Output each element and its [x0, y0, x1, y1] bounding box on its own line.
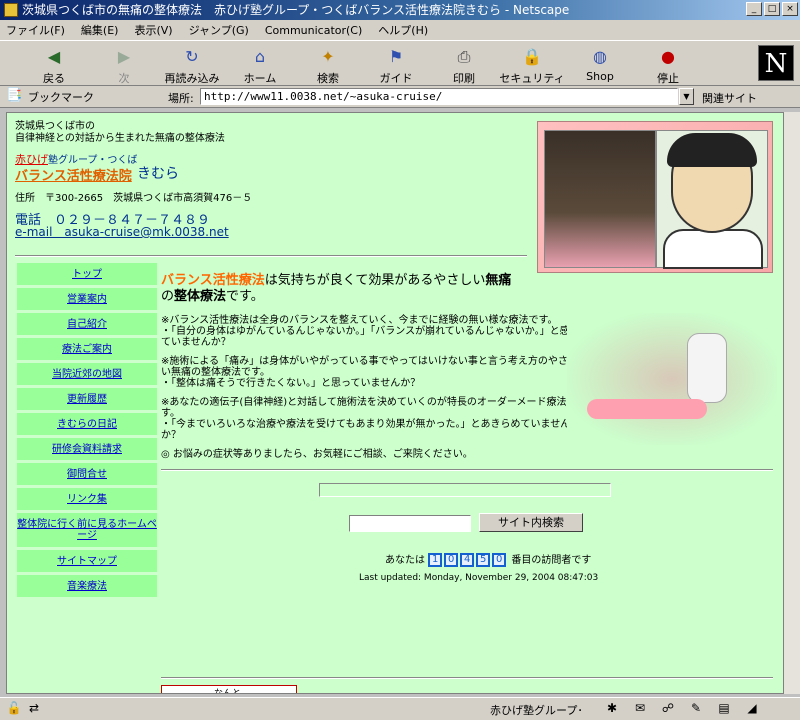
guide-button[interactable]: ⚑ ガイド: [360, 47, 432, 86]
print-button[interactable]: ⎙ 印刷: [428, 47, 500, 86]
status-bar: 🔓 ⇄ 赤ひげ塾グループ･ ✱ ✉ ☍ ✎ ▤ ◢: [0, 697, 800, 720]
menu-edit[interactable]: 編集(E): [81, 22, 119, 38]
divider: [15, 255, 527, 257]
shop-button[interactable]: ◍ Shop: [564, 47, 636, 83]
nav-contact[interactable]: 御問合せ: [17, 463, 157, 485]
nav-therapy[interactable]: 療法ご案内: [17, 338, 157, 360]
back-arrow-icon: ◀: [47, 47, 61, 66]
status-text: 赤ひげ塾グループ･: [490, 704, 583, 717]
related-sites-button[interactable]: 関連サイト: [702, 90, 757, 106]
maximize-button[interactable]: □: [764, 2, 780, 16]
visitor-counter: あなたは 10450 番目の訪問者です: [385, 553, 592, 567]
netscape-icon: [4, 3, 18, 17]
url-field[interactable]: http://www11.0038.net/~asuka-cruise/: [200, 88, 678, 105]
home-icon: ⌂: [254, 47, 266, 66]
lock-icon: 🔒: [522, 47, 542, 66]
bookmarks-button[interactable]: ブックマーク: [28, 89, 94, 105]
forward-arrow-icon: ▶: [117, 47, 131, 66]
address: 住所 〒300-2665 茨城県つくば市高須賀476－５: [15, 193, 253, 204]
minimize-button[interactable]: _: [746, 2, 762, 16]
window-title-bar: 茨城県つくば市の無痛の整体療法 赤ひげ塾グループ・つくばバランス活性療法院きむら…: [0, 0, 800, 20]
stop-button[interactable]: ● 停止: [632, 47, 704, 86]
sidebar-nav: トップ 営業案内 自己紹介 療法ご案内 当院近郊の地図 更新履歴 きむらの日記 …: [17, 263, 157, 600]
menu-communicator[interactable]: Communicator(C): [265, 24, 362, 37]
shop-icon: ◍: [593, 47, 607, 66]
connection-icon: ⇄: [28, 701, 40, 715]
email-link[interactable]: e-mail asuka-cruise@mk.0038.net: [15, 223, 229, 240]
mail-icon[interactable]: ✉: [632, 701, 648, 715]
site-search-input[interactable]: [349, 515, 471, 532]
photo-people: [544, 130, 656, 268]
site-search-button[interactable]: サイト内検索: [479, 513, 583, 532]
menu-go[interactable]: ジャンプ(G): [189, 22, 249, 38]
address-book-icon[interactable]: ▤: [716, 701, 732, 715]
location-toolbar: 📑 ブックマーク 場所: http://www11.0038.net/~asuk…: [0, 86, 800, 108]
divider: [161, 677, 773, 679]
last-updated: Last updated: Monday, November 29, 2004 …: [359, 573, 599, 583]
composer-icon[interactable]: ✎: [688, 701, 704, 715]
location-label: 場所:: [168, 92, 194, 105]
print-icon: ⎙: [457, 47, 471, 66]
nav-links[interactable]: リンク集: [17, 488, 157, 510]
forward-button[interactable]: ▶ 次: [88, 47, 160, 86]
security-button[interactable]: 🔒 セキュリティ: [496, 47, 568, 86]
empty-box: [319, 483, 611, 497]
intro-text: バランス活性療法は気持ちが良くて効果があるやさしい無痛 の整体療法です。: [161, 273, 512, 304]
divider: [161, 469, 773, 471]
resize-grip-icon[interactable]: ◢: [744, 701, 760, 715]
doctor-caricature: [656, 130, 768, 269]
nav-seminar[interactable]: 研修会資料請求: [17, 438, 157, 460]
nav-history[interactable]: 更新履歴: [17, 388, 157, 410]
reload-icon: ↻: [185, 47, 199, 66]
navigation-toolbar: ◀ 戻る ▶ 次 ↻ 再読み込み ⌂ ホーム ✦ 検索 ⚑ ガイド ⎙ 印刷 🔒 セキュリティ …: [0, 40, 800, 86]
feature-list: ※バランス活性療法は全身のバランスを整えていく、今までに経験の無い様な療法です。…: [161, 315, 580, 460]
menu-view[interactable]: 表示(V): [134, 22, 172, 38]
security-lock-icon: 🔓: [6, 701, 22, 715]
guide-icon: ⚑: [388, 47, 404, 66]
nav-music[interactable]: 音楽療法: [17, 575, 157, 597]
nav-profile[interactable]: 自己紹介: [17, 313, 157, 335]
search-button[interactable]: ✦ 検索: [292, 47, 364, 86]
window-title: 茨城県つくば市の無痛の整体療法 赤ひげ塾グループ・つくばバランス活性療法院きむら…: [22, 3, 570, 17]
vertical-scrollbar[interactable]: [784, 112, 800, 694]
consult-note: ◎ お悩みの症状等ありましたら、お気軽にご相談、ご来院ください。: [161, 449, 473, 460]
discussions-icon[interactable]: ☍: [660, 701, 676, 715]
treatment-photo: [567, 313, 777, 445]
bookmark-icon: 📑: [6, 88, 23, 103]
nav-diary[interactable]: きむらの日記: [17, 413, 157, 435]
clinic-name[interactable]: バランス活性療法院: [15, 165, 132, 184]
menu-help[interactable]: ヘルプ(H): [378, 22, 428, 38]
stop-icon: ●: [661, 47, 675, 66]
header-photo: [537, 121, 773, 273]
netscape-logo[interactable]: N: [758, 45, 794, 81]
nav-before-visit[interactable]: 整体院に行く前に見るホームページ: [17, 513, 157, 547]
bottom-banner[interactable]: なんと: [161, 685, 297, 693]
url-dropdown[interactable]: ▼: [679, 88, 694, 105]
home-button[interactable]: ⌂ ホーム: [224, 47, 296, 86]
clinic-suffix: きむら: [137, 166, 179, 182]
reload-button[interactable]: ↻ 再読み込み: [156, 47, 228, 86]
nav-business[interactable]: 営業案内: [17, 288, 157, 310]
search-icon: ✦: [321, 47, 335, 66]
nav-top[interactable]: トップ: [17, 263, 157, 285]
menu-file[interactable]: ファイル(F): [6, 22, 65, 38]
back-button[interactable]: ◀ 戻る: [18, 47, 90, 86]
header-text: 茨城県つくば市の 自律神経との対話から生まれた無痛の整体療法: [15, 121, 225, 144]
navigator-icon[interactable]: ✱: [604, 701, 620, 715]
menu-bar: ファイル(F) 編集(E) 表示(V) ジャンプ(G) Communicator…: [0, 20, 800, 40]
page-content: 茨城県つくば市の 自律神経との対話から生まれた無痛の整体療法 赤ひげ塾グループ・…: [6, 112, 784, 694]
nav-map[interactable]: 当院近郊の地図: [17, 363, 157, 385]
close-button[interactable]: ×: [782, 2, 798, 16]
nav-sitemap[interactable]: サイトマップ: [17, 550, 157, 572]
